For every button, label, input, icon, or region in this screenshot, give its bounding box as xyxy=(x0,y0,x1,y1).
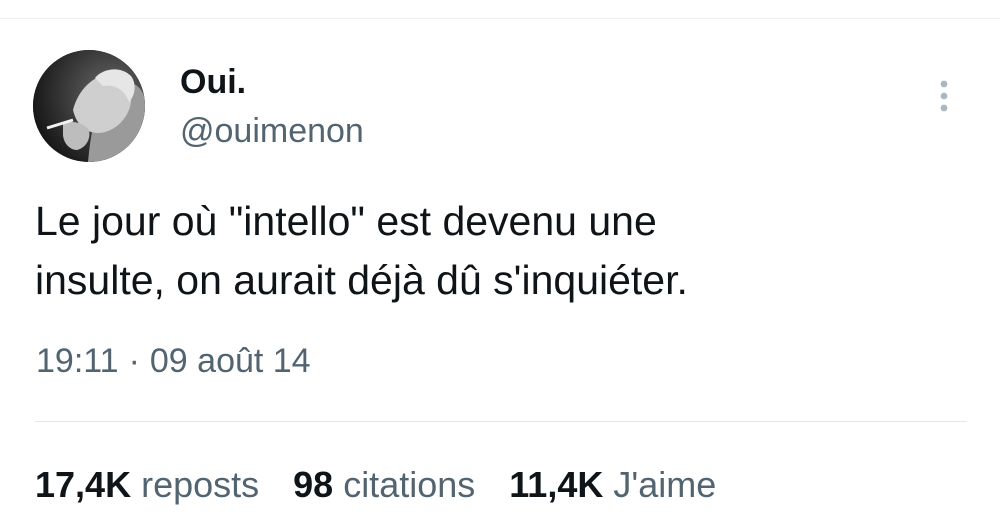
likes-label: J'aime xyxy=(613,464,717,505)
likes-stat[interactable]: 11,4K J'aime xyxy=(509,462,716,508)
author-display-name[interactable]: Oui. xyxy=(180,62,246,102)
timestamp-row[interactable]: 19:11 · 09 août 14 xyxy=(36,340,311,382)
profile-photo-icon xyxy=(33,50,145,162)
more-options-button[interactable] xyxy=(926,74,962,118)
timestamp-separator: · xyxy=(128,342,140,380)
likes-count: 11,4K xyxy=(509,464,604,505)
avatar[interactable] xyxy=(33,50,145,162)
author-handle[interactable]: @ouimenon xyxy=(180,111,364,151)
tweet-time[interactable]: 19:11 xyxy=(36,342,119,380)
quotes-count: 98 xyxy=(293,464,334,505)
stats-divider xyxy=(35,421,967,422)
engagement-stats: 17,4K reposts 98 citations 11,4K J'aime xyxy=(35,462,750,508)
reposts-stat[interactable]: 17,4K reposts xyxy=(35,462,259,508)
top-divider xyxy=(0,18,1000,19)
quotes-label: citations xyxy=(343,464,476,505)
reposts-label: reposts xyxy=(141,464,260,505)
quotes-stat[interactable]: 98 citations xyxy=(293,462,475,508)
tweet-date[interactable]: 09 août 14 xyxy=(150,342,311,380)
tweet-text: Le jour où "intello" est devenu une insu… xyxy=(35,198,688,303)
reposts-count: 17,4K xyxy=(35,464,132,505)
more-vertical-icon xyxy=(940,80,948,112)
